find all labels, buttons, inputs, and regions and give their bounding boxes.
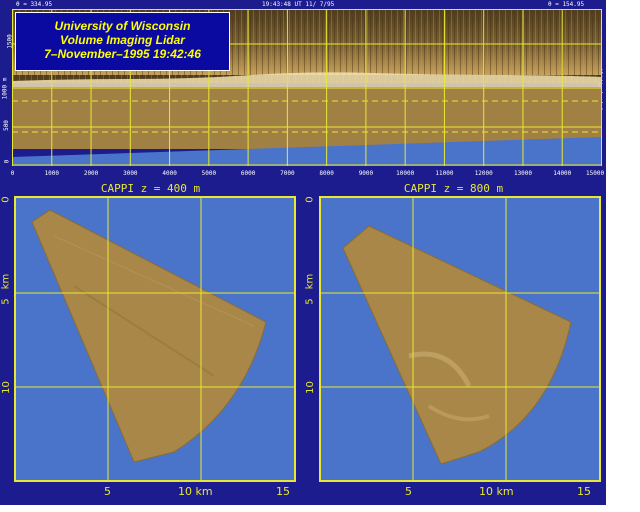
cappi-right-x-tick: 10 km <box>479 485 514 498</box>
rhi-x-tick: 5000 <box>201 170 217 177</box>
azimuth-left-readout: θ = 334.95 <box>16 1 53 8</box>
rhi-x-tick: 8000 <box>319 170 334 177</box>
cappi-left-y-tick: 0 <box>0 196 12 203</box>
rhi-x-tick: 9000 <box>358 170 374 177</box>
cappi-left-panel: CAPPI z = 400 m 0 km 5 10 5 10 km 15 <box>0 180 301 505</box>
cappi-left-title: CAPPI z = 400 m <box>100 182 201 195</box>
rhi-x-tick: 13000 <box>513 170 533 177</box>
cappi-right-x-tick: 15 <box>577 485 591 498</box>
title-box: University of Wisconsin Volume Imaging L… <box>15 12 230 71</box>
timestamp-readout: 19:43:48 UT 11/ 7/95 <box>262 1 335 8</box>
cappi-right-y-tick: 5 <box>304 298 316 305</box>
rhi-x-tick: 6000 <box>240 170 256 177</box>
rhi-x-tick: 15000 <box>586 170 605 177</box>
cappi-left-x-tick: 15 <box>276 485 290 498</box>
cappi-left-y-tick: 5 <box>0 298 12 305</box>
cappi-right-panel: CAPPI z = 800 m 0 km 5 10 5 10 km 15 <box>301 180 606 505</box>
title-line-3: 7–November–1995 19:42:46 <box>44 47 201 61</box>
cappi-left-y-tick: 10 <box>0 381 12 394</box>
rhi-x-tick: 11000 <box>435 170 454 177</box>
cappi-right-x-tick: 5 <box>405 485 412 498</box>
title-line-1: University of Wisconsin <box>54 19 191 33</box>
rhi-x-tick: 10000 <box>396 170 415 177</box>
cappi-left-y-unit: km <box>0 273 12 290</box>
rhi-y-label: 1000 m <box>1 77 9 100</box>
rhi-x-tick: 7000 <box>280 170 295 177</box>
rhi-x-tick: 0 <box>10 170 15 177</box>
cappi-right-map <box>319 196 601 482</box>
rhi-y-tick: 0 <box>3 159 11 164</box>
rhi-x-tick: 12000 <box>474 170 493 177</box>
cappi-right-y-tick: 10 <box>304 381 316 394</box>
azimuth-right-readout: θ = 154.95 <box>548 1 585 8</box>
title-line-2: Volume Imaging Lidar <box>60 33 185 47</box>
cappi-left-map <box>14 196 296 482</box>
cappi-left-x-tick: 10 km <box>178 485 213 498</box>
rhi-x-tick: 1000 <box>44 170 60 177</box>
rhi-x-tick: 4000 <box>162 170 177 177</box>
cappi-left-x-tick: 5 <box>104 485 111 498</box>
rhi-x-tick: 14000 <box>553 170 572 177</box>
rhi-x-tick: 3000 <box>123 170 138 177</box>
cappi-right-y-unit: km <box>304 273 316 290</box>
cappi-right-y-tick: 0 <box>304 196 316 203</box>
rhi-y-tick: 500 <box>2 120 10 131</box>
cappi-right-title: CAPPI z = 800 m <box>403 182 504 195</box>
rhi-x-tick: 2000 <box>83 170 99 177</box>
